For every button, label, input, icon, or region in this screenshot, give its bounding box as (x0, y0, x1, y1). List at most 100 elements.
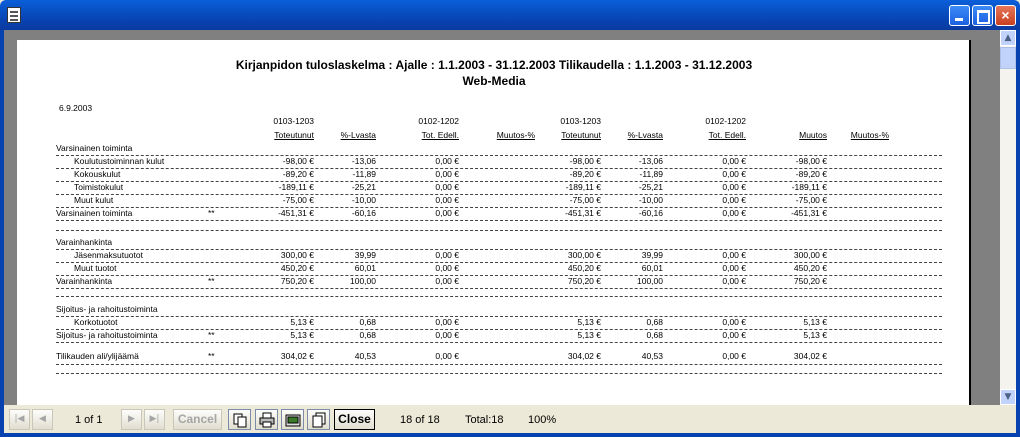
column-header: Muutos-% (850, 130, 889, 140)
value-cell: 450,20 € (793, 263, 827, 273)
value-cell: 0,00 € (722, 276, 746, 286)
value-cell: -13,06 (351, 156, 376, 166)
value-cell: 0,00 € (722, 317, 746, 327)
total-marker: ** (208, 330, 215, 340)
value-cell: 0,00 € (435, 195, 459, 205)
value-cell: 0,68 (646, 317, 663, 327)
scroll-down-icon[interactable]: ▼ (1000, 389, 1016, 405)
total-records: Total:18 (465, 414, 504, 426)
report-preview-area: Kirjanpidon tuloslaskelma : Ajalle : 1.1… (4, 30, 1000, 405)
last-page-button[interactable]: ▶| (144, 409, 165, 430)
row-label: Varainhankinta (56, 276, 113, 286)
value-cell: -89,20 € (795, 169, 827, 179)
value-cell: 40,53 (641, 351, 663, 361)
close-button[interactable]: Close (334, 409, 375, 430)
value-cell: -10,00 (638, 195, 663, 205)
value-cell: 39,99 (354, 250, 376, 260)
value-cell: 0,68 (359, 330, 376, 340)
value-cell: 0,00 € (722, 208, 746, 218)
row-label: Varsinainen toiminta (56, 143, 133, 153)
value-cell: -75,00 € (795, 195, 827, 205)
period-header: 0102-1202 (705, 116, 746, 126)
cancel-button[interactable]: Cancel (173, 409, 222, 430)
close-window-button[interactable]: × (995, 5, 1016, 26)
value-cell: 0,00 € (435, 317, 459, 327)
vertical-scrollbar[interactable]: ▲ ▼ (1000, 30, 1016, 405)
scroll-thumb[interactable] (1000, 47, 1016, 69)
value-cell: 0,00 € (435, 156, 459, 166)
title-bar[interactable]: × (0, 0, 1020, 30)
total-marker: ** (208, 351, 215, 361)
total-marker: ** (208, 208, 215, 218)
row-label: Muut kulut (74, 195, 114, 205)
value-cell: 0,00 € (435, 351, 459, 361)
value-cell: 0,68 (359, 317, 376, 327)
row-separator (56, 230, 942, 231)
row-label: Tilikauden ali/ylijäämä (56, 351, 139, 361)
value-cell: 0,00 € (435, 182, 459, 192)
value-cell: 0,00 € (722, 351, 746, 361)
first-page-button[interactable]: |◀ (9, 409, 30, 430)
value-cell: 60,01 (641, 263, 663, 273)
row-label: Sijoitus- ja rahoitustoiminta (56, 330, 158, 340)
row-label: Varsinainen toiminta (56, 208, 133, 218)
period-header: 0103-1203 (560, 116, 601, 126)
previous-page-button[interactable]: ◀ (32, 409, 53, 430)
value-cell: 0,00 € (435, 276, 459, 286)
export-icon[interactable] (281, 409, 304, 430)
maximize-button[interactable] (972, 5, 993, 26)
report-date: 6.9.2003 (59, 103, 93, 113)
window-frame-bottom (0, 433, 1020, 437)
column-header: %-Lvasta (627, 130, 663, 140)
value-cell: 304,02 € (793, 351, 827, 361)
copy-icon[interactable] (307, 409, 330, 430)
row-separator (56, 220, 942, 221)
row-label: Varainhankinta (56, 237, 113, 247)
row-label: Toimistokulut (74, 182, 124, 192)
value-cell: -25,21 (638, 182, 663, 192)
value-cell: -451,31 € (791, 208, 827, 218)
value-cell: 100,00 (350, 276, 376, 286)
value-cell: 0,00 € (722, 250, 746, 260)
value-cell: -10,00 (351, 195, 376, 205)
value-cell: 0,00 € (722, 195, 746, 205)
row-separator (56, 288, 942, 289)
value-cell: 0,00 € (722, 330, 746, 340)
value-cell: -25,21 (351, 182, 376, 192)
total-marker: ** (208, 276, 215, 286)
report-title: Kirjanpidon tuloslaskelma : Ajalle : 1.1… (235, 58, 753, 72)
row-label: Sijoitus- ja rahoitustoiminta (56, 304, 158, 314)
value-cell: 0,68 (646, 330, 663, 340)
page-indicator: 1 of 1 (75, 414, 103, 426)
value-cell: -60,16 (638, 208, 663, 218)
value-cell: -13,06 (638, 156, 663, 166)
row-separator (56, 342, 942, 343)
value-cell: 5,13 € (803, 330, 827, 340)
next-page-button[interactable]: ▶ (121, 409, 142, 430)
value-cell: 0,00 € (722, 169, 746, 179)
print-icon[interactable] (255, 409, 278, 430)
value-cell: 0,00 € (435, 330, 459, 340)
row-label: Koulutustoiminnan kulut (74, 156, 165, 166)
value-cell: 0,00 € (435, 250, 459, 260)
record-indicator: 18 of 18 (400, 414, 440, 426)
value-cell: 300,00 € (793, 250, 827, 260)
app-icon[interactable] (7, 7, 21, 23)
value-cell: 60,01 (354, 263, 376, 273)
value-cell: -98,00 € (795, 156, 827, 166)
report-viewer-window: × Kirjanpidon tuloslaskelma : Ajalle : 1… (0, 0, 1020, 437)
value-cell: -189,11 € (791, 182, 827, 192)
period-header: 0103-1203 (273, 116, 314, 126)
value-cell: 750,20 € (793, 276, 827, 286)
window-frame-right (1016, 30, 1020, 437)
value-cell: 0,00 € (435, 169, 459, 179)
value-cell: 0,00 € (722, 182, 746, 192)
value-cell: 0,00 € (722, 263, 746, 273)
value-cell: -11,89 (639, 169, 663, 179)
minimize-button[interactable] (949, 5, 970, 26)
scroll-up-icon[interactable]: ▲ (1000, 30, 1016, 46)
zoom-level: 100% (528, 414, 557, 426)
report-page: Kirjanpidon tuloslaskelma : Ajalle : 1.1… (17, 40, 971, 405)
value-cell: 39,99 (641, 250, 663, 260)
page-setup-icon[interactable] (228, 409, 251, 430)
